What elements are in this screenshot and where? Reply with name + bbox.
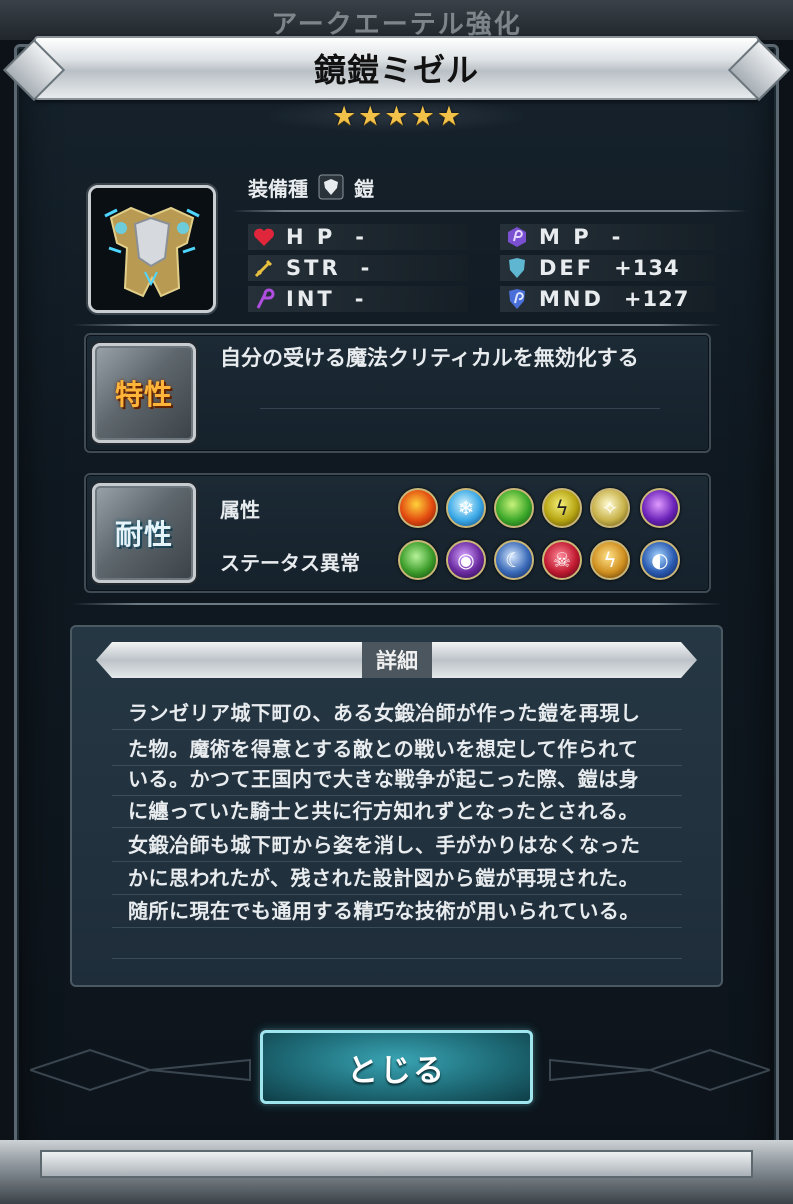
heart-icon [252,225,276,249]
stat-mnd-value: +127 [623,287,690,311]
rarity-star: ★ [436,100,462,132]
stat-def: DEF +134 [505,254,680,282]
stat-int-value: - [354,287,365,311]
stat-def-value: +134 [614,256,680,280]
detail-text-line: かに思われたが、残された設計図から鎧が再現された。 [128,866,640,890]
element-resistance-label: 属性 [220,498,260,522]
rarity-star: ★ [358,100,383,132]
stat-str-label: STR [286,256,341,280]
stat-hp: H P - [252,223,365,251]
light-icon: ✧ [590,488,630,528]
ornament-right [549,1048,770,1092]
trait-badge-label: 特性 [114,378,173,411]
stat-mp: M P - [505,223,621,251]
stat-mnd-label: MND [539,287,604,311]
item-name: 鏡鎧ミゼル [313,51,479,89]
ornament-left [30,1048,251,1092]
stat-int: INT - [252,285,364,313]
poison-icon [398,540,438,580]
stat-hp-value: - [355,225,365,249]
divider [72,603,722,605]
paralysis-icon: ϟ [590,540,630,580]
divider [232,210,747,212]
close-button[interactable]: とじる [260,1030,533,1104]
dark-icon [640,488,680,528]
stat-int-label: INT [286,287,335,311]
background-screen-header: アークエーテル強化 [0,0,793,40]
divider [112,958,682,959]
divider [112,729,682,730]
detail-text-line: 女鍛冶師も城下町から姿を消し、手がかりはなくなった [128,833,641,857]
rarity-star: ★ [384,100,409,132]
equipment-type: 装備種 鎧 [248,172,374,202]
earth-icon: ϟ [542,488,582,528]
close-button-label: とじる [347,1052,446,1089]
detail-text-line: 随所に現在でも通用する精巧な技術が用いられている。 [128,899,640,923]
stat-mnd: MND +127 [505,285,689,313]
detail-text-line: ランゼリア城下町の、ある女鍛冶師が作った鎧を再現し [128,701,641,725]
detail-header-label: 詳細 [362,642,432,678]
stat-mp-value: - [611,225,622,249]
trait-badge: 特性 [92,343,196,443]
stat-def-label: DEF [539,256,595,280]
death-icon: ☠ [542,540,582,580]
staff-icon [252,287,276,311]
blind-icon: ◉ [446,540,486,580]
sleep-icon: ☾ [494,540,534,580]
divider [72,324,722,326]
status-resistance-label: ステータス異常 [220,551,360,575]
dialog-title-bar: 鏡鎧ミゼル [34,36,759,100]
magic-shield-icon [505,287,529,311]
stat-str: STR - [252,254,370,282]
equip-type-value: 鎧 [354,176,374,201]
detail-text-line: に纏っていた騎士と共に行方知れずとなったとされる。 [128,799,639,823]
ice-icon: ❄ [446,488,486,528]
stat-str-value: - [360,256,371,280]
equip-type-label: 装備種 [248,176,308,201]
divider [112,927,682,928]
rarity-star: ★ [410,100,435,132]
divider [112,827,682,828]
fire-icon [398,488,438,528]
detail-text-line: た物。魔術を得意とする敵との戦いを想定して作られて [128,737,639,761]
armor-type-icon [318,174,344,200]
stat-mp-label: M P [539,225,592,249]
confuse-icon: ◐ [640,540,680,580]
resistance-badge-label: 耐性 [114,518,173,551]
stat-hp-label: H P [286,225,336,249]
trait-description: 自分の受ける魔法クリティカルを無効化する [220,346,639,370]
rarity-stars: ★ ★ ★ ★ ★ [270,100,523,132]
dialog-bottom-trim [40,1150,753,1178]
detail-text-line: いる。かつて王国内で大きな戦争が起こった際、鎧は身 [128,767,640,791]
resistance-badge: 耐性 [92,483,196,583]
divider [260,408,660,409]
shield-icon [505,256,529,280]
rarity-star: ★ [331,100,357,132]
wind-icon [494,488,534,528]
item-armor-icon [88,185,216,313]
mp-crystal-icon [505,225,529,249]
sword-icon [252,256,276,280]
